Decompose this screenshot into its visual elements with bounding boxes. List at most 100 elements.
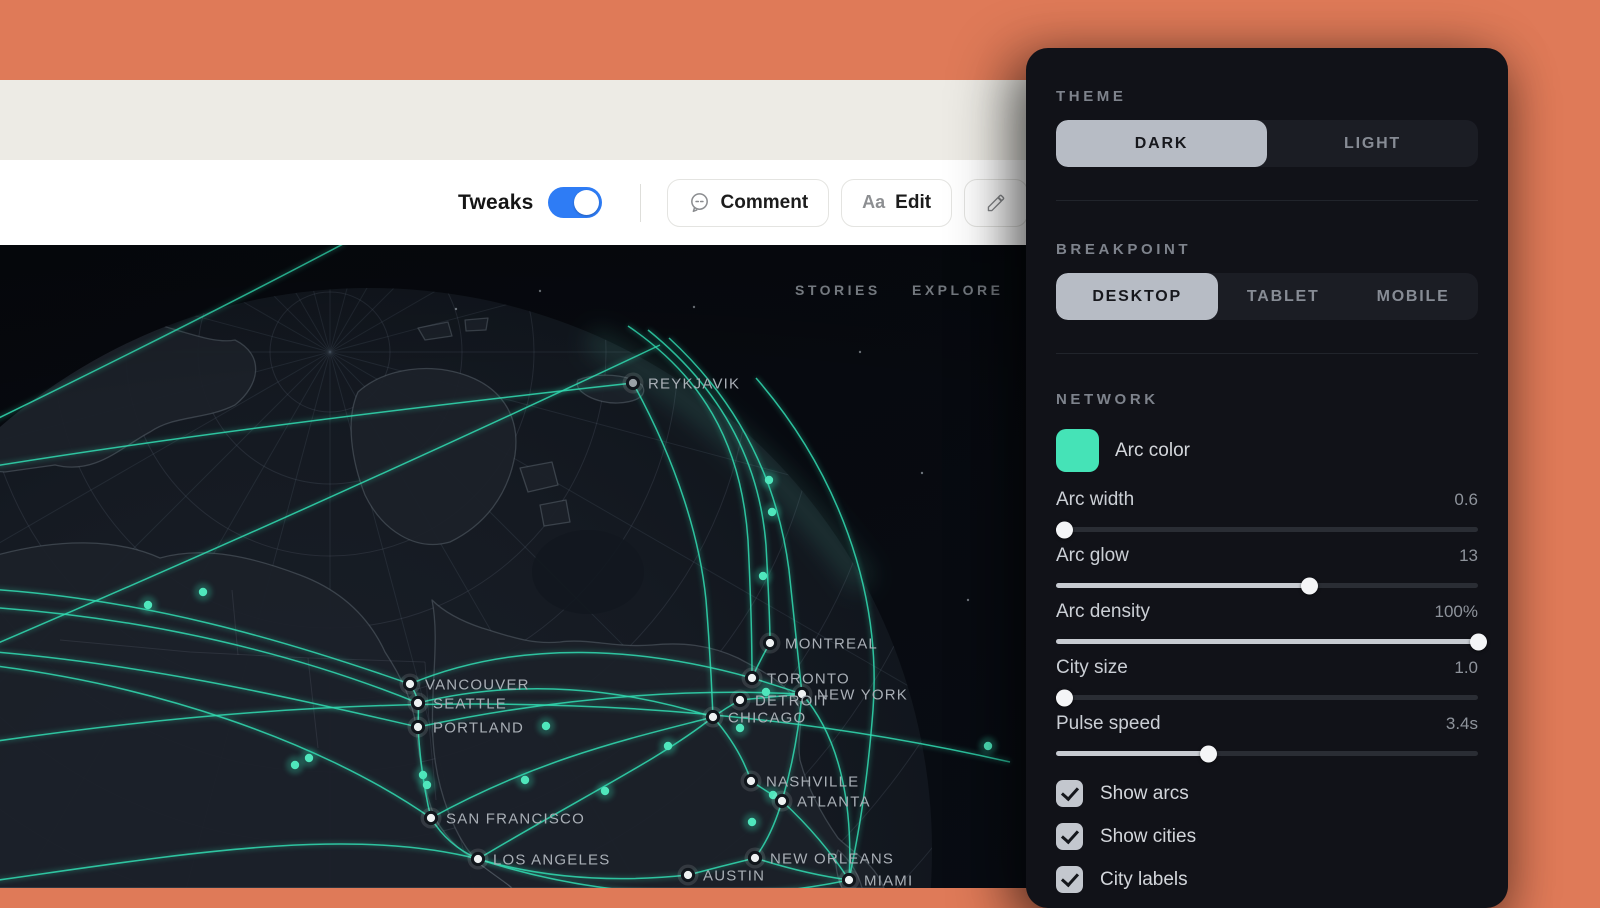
breakpoint-section: BREAKPOINT DESKTOP TABLET MOBILE — [1056, 241, 1478, 354]
slider-value: 3.4s — [1445, 714, 1478, 733]
city-marker[interactable]: NASHVILLE — [740, 770, 860, 792]
comment-bubble-icon — [690, 193, 708, 213]
svg-text:NEW YORK: NEW YORK — [817, 687, 908, 704]
svg-text:SAN FRANCISCO: SAN FRANCISCO — [446, 811, 585, 828]
slider-label: Pulse speed — [1056, 713, 1161, 734]
svg-text:DETROIT: DETROIT — [755, 693, 829, 710]
nav-stories[interactable]: STORIES — [795, 282, 881, 298]
arc-width-slider[interactable] — [1056, 521, 1478, 538]
city-marker[interactable]: PORTLAND — [407, 716, 525, 738]
city-marker[interactable]: AUSTIN — [677, 864, 766, 886]
checkbox-checked[interactable] — [1056, 780, 1083, 807]
svg-text:AUSTIN: AUSTIN — [703, 868, 765, 885]
section-divider — [1056, 353, 1478, 354]
arc-color-swatch[interactable] — [1056, 429, 1099, 472]
tweaks-label: Tweaks — [458, 190, 534, 214]
city-marker[interactable]: CHICAGO — [702, 706, 807, 728]
svg-text:VANCOUVER: VANCOUVER — [425, 677, 530, 694]
theme-segmented-control: DARK LIGHT — [1056, 120, 1478, 167]
slider-label: Arc density — [1056, 601, 1150, 622]
city-marker[interactable]: REYKJAVIK — [622, 372, 741, 394]
breakpoint-segmented-control: DESKTOP TABLET MOBILE — [1056, 273, 1478, 320]
network-section-title: NETWORK — [1056, 391, 1159, 408]
slider-fill — [1056, 751, 1208, 756]
breakpoint-option-tablet[interactable]: TABLET — [1218, 273, 1348, 320]
arc-glow-slider[interactable] — [1056, 577, 1478, 594]
slider-value: 1.0 — [1454, 658, 1478, 677]
tweaks-panel: THEME DARK LIGHT BREAKPOINT DESKTOP TABL… — [1026, 48, 1508, 908]
svg-text:REYKJAVIK: REYKJAVIK — [648, 376, 740, 393]
theme-option-dark[interactable]: DARK — [1056, 120, 1267, 167]
pulse-speed-slider[interactable] — [1056, 745, 1478, 762]
nav-explore[interactable]: EXPLORE — [912, 282, 1003, 298]
slider-fill — [1056, 583, 1310, 588]
theme-option-light[interactable]: LIGHT — [1267, 120, 1478, 167]
arc-color-label: Arc color — [1115, 439, 1190, 461]
checkbox-checked[interactable] — [1056, 823, 1083, 850]
toolbar-divider — [639, 183, 641, 222]
city-marker[interactable]: TORONTO — [741, 667, 850, 689]
theme-section: THEME DARK LIGHT — [1056, 88, 1478, 201]
text-style-icon: Aa — [862, 192, 886, 212]
breakpoint-section-title: BREAKPOINT — [1056, 241, 1192, 258]
city-marker[interactable]: MONTREAL — [759, 632, 878, 654]
svg-text:PORTLAND: PORTLAND — [433, 720, 524, 737]
slider-label: City size — [1056, 657, 1128, 678]
slider-thumb[interactable] — [1470, 633, 1487, 650]
svg-text:MONTREAL: MONTREAL — [785, 636, 878, 653]
slider-label: Arc glow — [1056, 545, 1129, 566]
theme-section-title: THEME — [1056, 88, 1127, 105]
city-labels-checkbox-row[interactable]: City labels — [1056, 866, 1478, 893]
pulse-speed-slider-row: Pulse speed 3.4s — [1056, 713, 1478, 762]
checkbox-label: Show cities — [1100, 825, 1197, 847]
edit-button[interactable]: Aa Edit — [841, 178, 953, 227]
arc-glow-slider-row: Arc glow 13 — [1056, 545, 1478, 594]
slider-thumb[interactable] — [1199, 745, 1217, 762]
checkbox-label: City labels — [1100, 868, 1188, 890]
svg-text:NEW ORLEANS: NEW ORLEANS — [770, 851, 894, 868]
comment-button-label: Comment — [720, 191, 809, 213]
svg-text:LOS ANGELES: LOS ANGELES — [493, 852, 610, 869]
breakpoint-option-mobile[interactable]: MOBILE — [1348, 273, 1478, 320]
svg-text:CHICAGO: CHICAGO — [728, 710, 806, 727]
city-size-slider[interactable] — [1056, 689, 1478, 706]
edit-button-label: Edit — [895, 191, 932, 213]
breakpoint-option-desktop[interactable]: DESKTOP — [1056, 273, 1219, 320]
toolbar-controls: Tweaks Comment Aa Edit — [458, 160, 1040, 245]
pencil-icon — [987, 194, 1005, 211]
draw-button[interactable] — [964, 178, 1029, 227]
svg-text:ATLANTA: ATLANTA — [797, 794, 871, 811]
svg-text:SEATTLE: SEATTLE — [433, 696, 507, 713]
arc-density-slider[interactable] — [1056, 633, 1487, 650]
arc-color-row: Arc color — [1056, 429, 1478, 472]
show-cities-checkbox-row[interactable]: Show cities — [1056, 823, 1478, 850]
arc-density-slider-row: Arc density 100% — [1056, 601, 1487, 650]
network-checkboxes: Show arcs Show cities City labels — [1056, 780, 1478, 893]
slider-value: 13 — [1459, 546, 1478, 565]
arc-width-slider-row: Arc width 0.6 — [1056, 489, 1478, 538]
slider-fill — [1056, 639, 1478, 644]
slider-thumb[interactable] — [1056, 521, 1074, 538]
svg-text:NASHVILLE: NASHVILLE — [766, 774, 859, 791]
city-marker[interactable]: SAN FRANCISCO — [420, 807, 585, 829]
svg-text:MIAMI: MIAMI — [864, 873, 913, 889]
slider-value: 0.6 — [1454, 490, 1478, 509]
svg-text:TORONTO: TORONTO — [767, 671, 850, 688]
tweaks-toggle[interactable] — [547, 187, 602, 218]
slider-label: Arc width — [1056, 489, 1135, 510]
city-marker[interactable]: SEATTLE — [407, 692, 507, 714]
checkbox-label: Show arcs — [1100, 782, 1189, 804]
slider-thumb[interactable] — [1056, 689, 1074, 706]
section-divider — [1056, 200, 1478, 201]
network-section: NETWORK Arc color Arc width 0.6 Arc glow… — [1056, 391, 1487, 893]
city-marker[interactable]: DETROIT — [729, 689, 830, 711]
toggle-knob — [573, 190, 599, 215]
slider-value: 100% — [1434, 602, 1478, 621]
city-marker[interactable]: ATLANTA — [771, 790, 871, 812]
city-marker[interactable]: MIAMI — [838, 869, 914, 889]
slider-thumb[interactable] — [1301, 577, 1319, 594]
comment-button[interactable]: Comment — [666, 178, 830, 227]
show-arcs-checkbox-row[interactable]: Show arcs — [1056, 780, 1478, 807]
checkbox-checked[interactable] — [1056, 866, 1083, 893]
city-size-slider-row: City size 1.0 — [1056, 657, 1478, 706]
